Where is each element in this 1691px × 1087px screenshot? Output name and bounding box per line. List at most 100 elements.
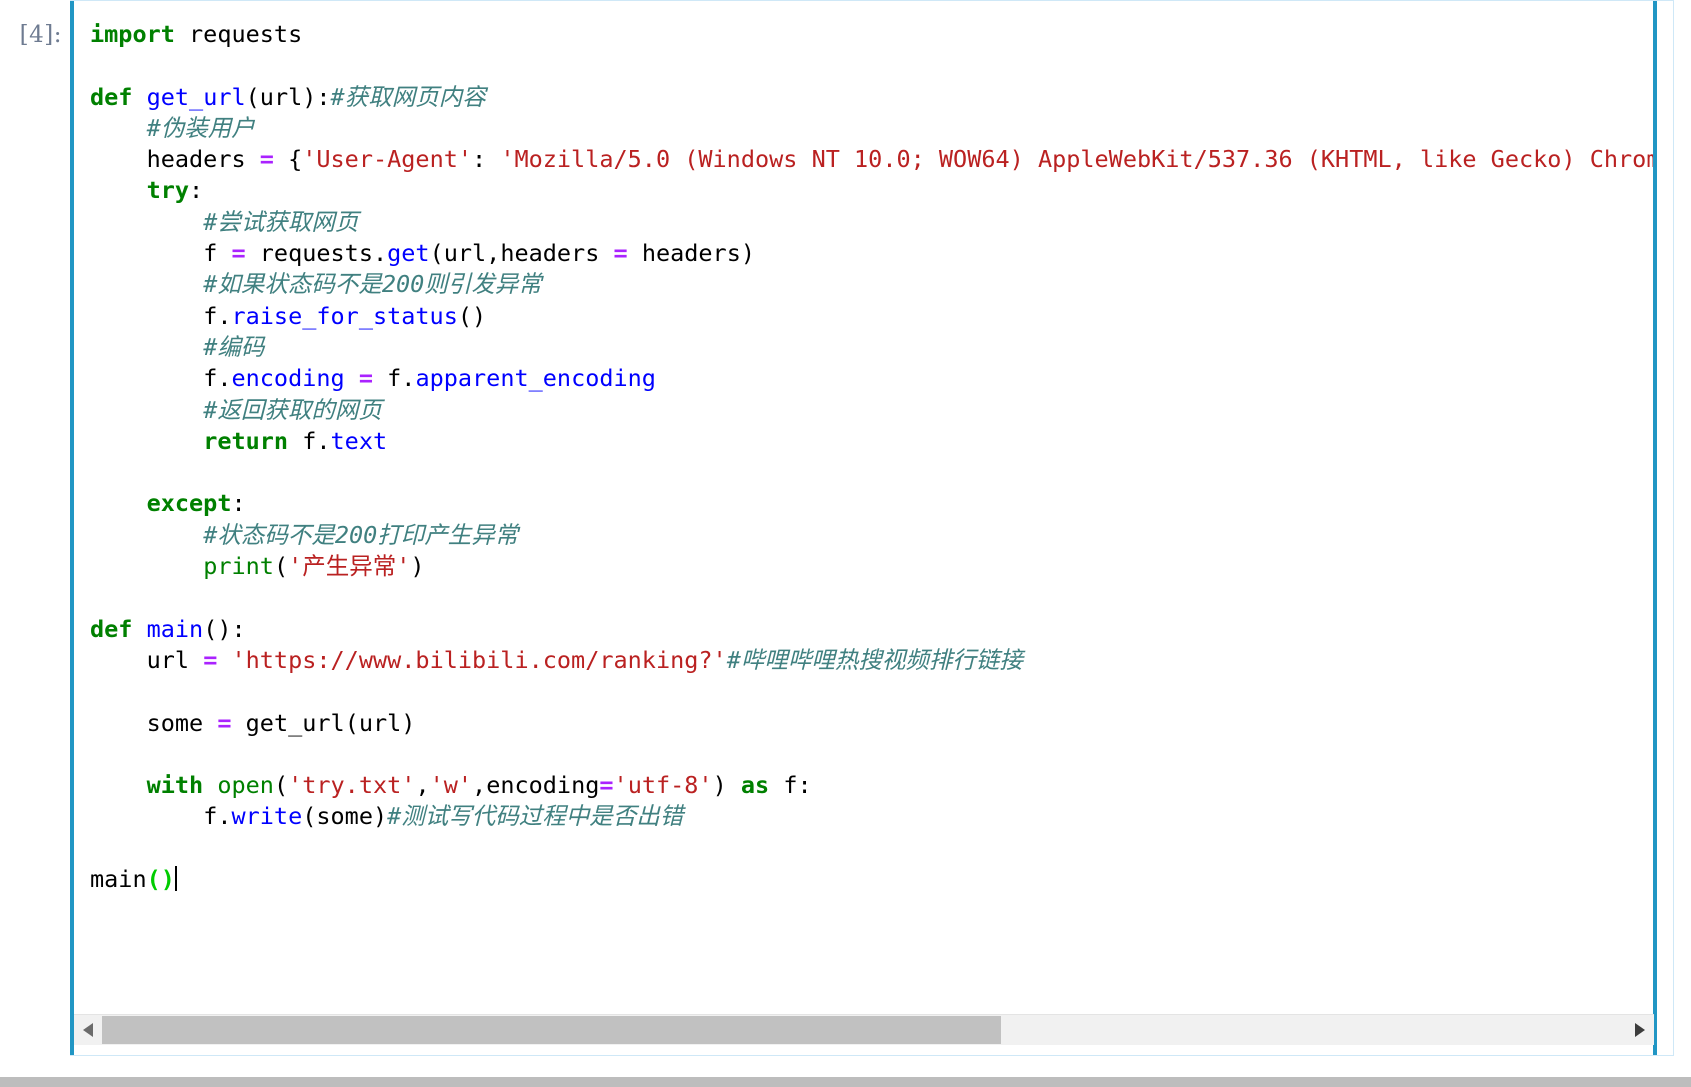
comment-encoding: #编码 xyxy=(203,332,265,361)
token-string-mode: 'w' xyxy=(429,771,473,800)
token-dict-open: { xyxy=(273,145,303,174)
comment-return-page: #返回获取的网页 xyxy=(203,395,382,424)
token-operator-assign-6: = xyxy=(217,708,232,737)
cell-prompt-gutter: [4]: xyxy=(0,0,70,48)
token-object-f-3: f. xyxy=(372,364,416,393)
code-editor-scroller[interactable]: import requests def get_url(url):#获取网页内容… xyxy=(74,1,1653,1016)
code-line-18: print('产生异常') xyxy=(90,552,425,581)
comment-test-write: #测试写代码过程中是否出错 xyxy=(387,802,684,831)
comment-fake-user: #伪装用户 xyxy=(146,113,255,142)
token-args-url-headers: (url,headers xyxy=(429,239,614,268)
token-var-url: url xyxy=(146,645,204,674)
token-keyword-except: except xyxy=(146,489,232,518)
token-paren-open-open: ( xyxy=(273,771,289,800)
code-line-12: f.encoding = f.apparent_encoding xyxy=(90,364,656,392)
code-line-21: url = 'https://www.bilibili.com/ranking?… xyxy=(90,646,1023,674)
token-call-main: main xyxy=(90,865,147,894)
token-string-exception-msg: '产生异常' xyxy=(288,552,411,581)
token-args-some: (some) xyxy=(302,802,388,831)
code-line-3: def get_url(url):#获取网页内容 xyxy=(90,83,486,111)
token-colon-except: : xyxy=(231,489,246,518)
token-method-get: get xyxy=(387,239,430,268)
code-line-14: return f.text xyxy=(90,427,387,455)
token-function-main: main xyxy=(146,614,204,643)
code-line-16: except: xyxy=(90,489,246,517)
token-var-f: f xyxy=(203,239,232,268)
code-input-area[interactable]: import requests def get_url(url):#获取网页内容… xyxy=(70,0,1674,1056)
code-line-25: with open('try.txt','w',encoding='utf-8'… xyxy=(90,771,812,799)
code-line-28: main() xyxy=(90,865,177,893)
token-call-parens: () xyxy=(457,301,487,330)
scrollbar-track[interactable] xyxy=(102,1016,1626,1044)
comment-try-fetch-page: #尝试获取网页 xyxy=(203,207,359,236)
code-line-8: f = requests.get(url,headers = headers) xyxy=(90,239,755,267)
comment-get-page-content: #获取网页内容 xyxy=(330,82,486,111)
code-line-23: some = get_url(url) xyxy=(90,708,416,737)
comment-print-exception: #状态码不是200打印产生异常 xyxy=(203,520,519,549)
token-string-utf8: 'utf-8' xyxy=(613,771,713,800)
token-string-user-agent-key: 'User-Agent' xyxy=(302,145,473,174)
code-line-10: f.raise_for_status() xyxy=(90,302,486,330)
token-var-headers: headers xyxy=(146,145,260,174)
token-keyword-with: with xyxy=(146,771,204,800)
scroll-left-button[interactable] xyxy=(74,1016,102,1044)
token-matching-parens: () xyxy=(146,865,175,894)
token-string-filename: 'try.txt' xyxy=(288,771,416,800)
token-keyword-import: import xyxy=(90,20,175,48)
token-var-some: some xyxy=(146,708,218,737)
token-object-f-4: f. xyxy=(288,426,331,455)
code-line-4: #伪装用户 xyxy=(90,114,255,142)
code-line-26: f.write(some)#测试写代码过程中是否出错 xyxy=(90,802,683,830)
token-keyword-as: as xyxy=(726,771,770,800)
token-paren-close-print: ) xyxy=(410,552,425,581)
token-var-file-handle: f: xyxy=(769,771,812,800)
token-method-raise-for-status: raise_for_status xyxy=(231,301,458,330)
token-function-get-url: get_url xyxy=(146,82,246,111)
token-keyword-return: return xyxy=(203,426,289,455)
token-args-get-url: (url) xyxy=(344,708,416,737)
token-operator-assign-3: = xyxy=(613,239,628,268)
token-string-bilibili-url: 'https://www.bilibili.com/ranking?' xyxy=(217,645,727,674)
token-colon-try: : xyxy=(189,176,204,205)
token-module-requests-ref: requests. xyxy=(245,239,388,268)
token-attr-text: text xyxy=(330,426,388,455)
token-paren-open-print: ( xyxy=(273,552,289,581)
token-operator-assign-5: = xyxy=(203,645,218,674)
token-object-f-2: f. xyxy=(203,364,232,393)
code-line-20: def main(): xyxy=(90,615,246,643)
token-params-main: (): xyxy=(203,614,246,643)
token-method-write: write xyxy=(231,802,303,831)
scrollbar-thumb[interactable] xyxy=(102,1016,1002,1044)
comment-bilibili-ranking-link: #哔哩哔哩热搜视频排行链接 xyxy=(726,645,1023,674)
token-kwarg-encoding: ,encoding xyxy=(472,771,600,800)
code-line-5: headers = {'User-Agent': 'Mozilla/5.0 (W… xyxy=(90,145,1653,173)
code-line-6: try: xyxy=(90,176,204,205)
token-operator-assign-2: = xyxy=(231,239,246,268)
token-attr-apparent-encoding: apparent_encoding xyxy=(415,364,656,393)
code-line-17: #状态码不是200打印产生异常 xyxy=(90,521,518,549)
code-line-9: #如果状态码不是200则引发异常 xyxy=(90,270,542,298)
token-params-url: (url): xyxy=(245,82,331,111)
window-bottom-edge xyxy=(0,1077,1691,1087)
token-keyword-def-2: def xyxy=(90,614,133,643)
token-module-requests: requests xyxy=(174,20,303,48)
horizontal-scrollbar[interactable] xyxy=(74,1014,1654,1045)
notebook-cell-view: [4]: import requests def get_url(url):#获… xyxy=(0,0,1691,1087)
token-attr-encoding: encoding xyxy=(231,364,345,393)
code-line-1: import requests xyxy=(90,20,302,48)
comment-raise-if-not-200: #如果状态码不是200则引发异常 xyxy=(203,270,542,299)
token-builtin-print: print xyxy=(203,552,274,581)
token-builtin-open: open xyxy=(203,771,274,800)
token-object-f: f. xyxy=(203,301,232,330)
token-operator-assign-4: = xyxy=(358,364,373,393)
window-bottom-left-edge xyxy=(0,1077,70,1087)
arrow-right-icon xyxy=(1635,1023,1645,1037)
token-call-get-url: get_url xyxy=(231,708,345,737)
cell-selected-bar-right xyxy=(1653,1,1657,1055)
code-cell[interactable]: [4]: import requests def get_url(url):#获… xyxy=(0,0,1691,1087)
scroll-right-button[interactable] xyxy=(1626,1016,1654,1044)
code-editor[interactable]: import requests def get_url(url):#获取网页内容… xyxy=(74,1,1653,895)
token-object-f-5: f. xyxy=(203,802,232,831)
arrow-left-icon xyxy=(83,1023,93,1037)
token-args-headers-tail: headers) xyxy=(627,239,756,268)
